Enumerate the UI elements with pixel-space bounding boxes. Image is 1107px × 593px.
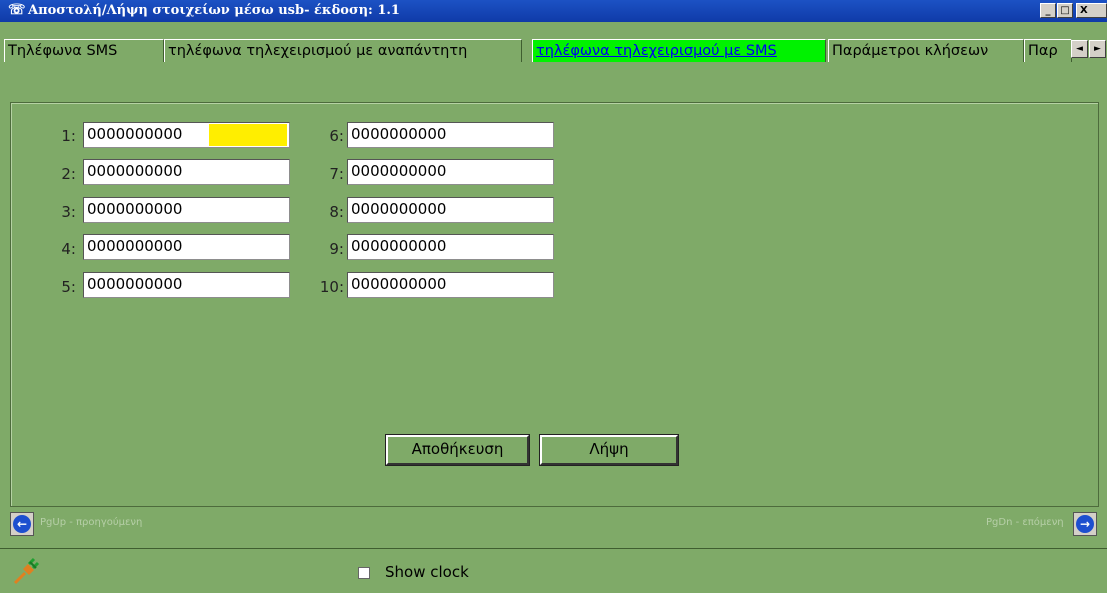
- row-label-8: 8:: [329, 203, 344, 221]
- window-title: Αποστολή/Λήψη στοιχείων μέσω usb- έκδοση…: [28, 3, 400, 18]
- maximize-button[interactable]: □: [1057, 3, 1073, 18]
- phone-field-1[interactable]: 0000000000: [83, 122, 290, 148]
- next-page-hint: PgDn - επόμενη: [986, 517, 1064, 528]
- input-highlight: [209, 124, 287, 146]
- row-label-10: 10:: [319, 278, 344, 296]
- save-button[interactable]: Αποθήκευση: [386, 435, 529, 465]
- receive-button[interactable]: Λήψη: [540, 435, 678, 465]
- tab-strip: Τηλέφωνα SMS τηλέφωνα τηλεχειρισμού με α…: [0, 22, 1107, 68]
- row-label-1: 1:: [61, 127, 76, 145]
- row-label-4: 4:: [61, 240, 76, 258]
- row-label-3: 3:: [61, 203, 76, 221]
- tab-scroll-right-button[interactable]: ►: [1089, 40, 1106, 58]
- previous-page-button[interactable]: ←: [10, 512, 34, 536]
- phone-field-10[interactable]: 0000000000: [347, 272, 554, 298]
- phone-field-3[interactable]: 0000000000: [83, 197, 290, 223]
- minimize-button[interactable]: _: [1040, 3, 1056, 18]
- previous-page-hint: PgUp - προηγούμενη: [40, 517, 143, 528]
- close-button[interactable]: X: [1076, 3, 1107, 18]
- row-label-7: 7:: [329, 165, 344, 183]
- arrow-right-icon: →: [1076, 515, 1094, 533]
- phone-field-5[interactable]: 0000000000: [83, 272, 290, 298]
- show-clock-label[interactable]: Show clock: [385, 563, 469, 581]
- tab-sms-phones[interactable]: Τηλέφωνα SMS: [4, 39, 164, 62]
- show-clock-checkbox[interactable]: [358, 567, 370, 579]
- usb-plug-icon: [13, 557, 40, 585]
- phone-field-7[interactable]: 0000000000: [347, 159, 554, 185]
- tab-call-parameters[interactable]: Παράμετροι κλήσεων: [828, 39, 1024, 62]
- phone-field-2[interactable]: 0000000000: [83, 159, 290, 185]
- row-label-5: 5:: [61, 278, 76, 296]
- phone-field-4[interactable]: 0000000000: [83, 234, 290, 260]
- status-bar: [0, 548, 1107, 593]
- row-label-6: 6:: [329, 127, 344, 145]
- tab-remote-missed-call[interactable]: τηλέφωνα τηλεχειρισμού με αναπάντητη: [164, 39, 522, 62]
- phone-field-9[interactable]: 0000000000: [347, 234, 554, 260]
- arrow-left-icon: ←: [13, 515, 31, 533]
- tab-more[interactable]: Παρ: [1024, 39, 1072, 62]
- tab-remote-sms[interactable]: τηλέφωνα τηλεχειρισμού με SMS: [532, 39, 826, 62]
- title-bar[interactable]: ☏ Αποστολή/Λήψη στοιχείων μέσω usb- έκδο…: [0, 0, 1107, 22]
- phone-field-8[interactable]: 0000000000: [347, 197, 554, 223]
- phone-field-6[interactable]: 0000000000: [347, 122, 554, 148]
- next-page-button[interactable]: →: [1073, 512, 1097, 536]
- telephone-icon: ☏: [8, 2, 26, 18]
- tab-scroll-left-button[interactable]: ◄: [1071, 40, 1088, 58]
- row-label-9: 9:: [329, 240, 344, 258]
- row-label-2: 2:: [61, 165, 76, 183]
